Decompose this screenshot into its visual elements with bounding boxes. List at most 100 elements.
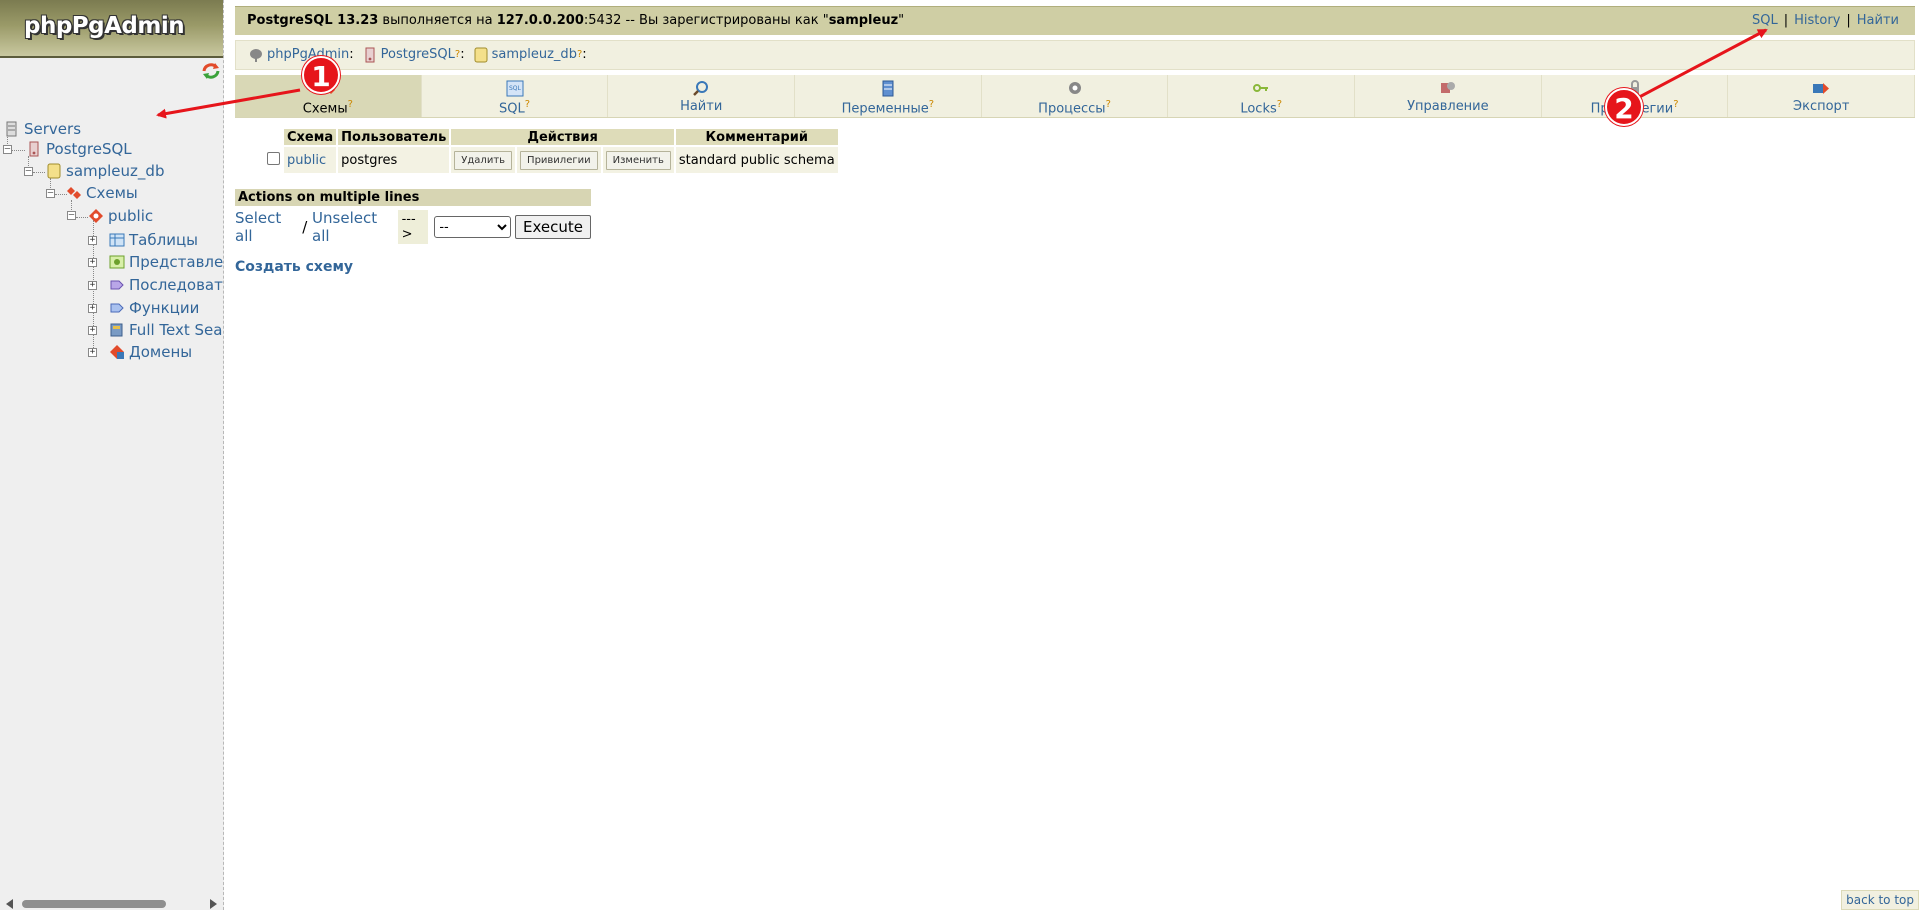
tree-schema-label: public (108, 207, 154, 225)
export-icon (1813, 83, 1830, 94)
tab-label: Найти (680, 99, 723, 114)
tree-servers[interactable]: Servers (4, 119, 81, 139)
annotation-badge-2: 2 (1605, 88, 1643, 126)
sequences-icon (110, 280, 124, 290)
multi-actions: Actions on multiple lines Select all / U… (235, 189, 591, 245)
scroll-right-icon[interactable] (210, 899, 217, 909)
row-checkbox[interactable] (267, 151, 280, 165)
help-icon[interactable]: ? (525, 99, 530, 110)
drop-button[interactable]: Удалить (454, 150, 513, 170)
help-icon[interactable]: ? (1106, 99, 1111, 110)
header-spacer (265, 129, 282, 145)
tab-label: SQL (498, 101, 525, 117)
tab-admin[interactable]: Управление (1355, 75, 1542, 117)
tree-item-label: Последовательности (129, 276, 223, 294)
current-user: sampleuz (828, 13, 899, 28)
cell-privileges: Привилегии (517, 147, 601, 173)
tree-expander-server[interactable]: – (3, 145, 12, 154)
breadcrumb-server-label[interactable]: PostgreSQL (381, 41, 455, 69)
tree-expander-sequences[interactable]: + (88, 281, 97, 290)
tab-find[interactable]: Найти (608, 75, 796, 117)
breadcrumb-server[interactable]: PostgreSQL?: (362, 41, 465, 69)
help-icon[interactable]: ? (929, 99, 934, 110)
database-icon (474, 47, 488, 63)
tree-item-functions[interactable]: Функции (109, 298, 199, 318)
breadcrumb-database-label[interactable]: sampleuz_db (492, 41, 577, 69)
help-icon[interactable]: ? (348, 99, 353, 110)
tab-label: Locks (1240, 101, 1277, 117)
tree-servers-label: Servers (24, 120, 82, 138)
top-links: SQL | History | Найти (1752, 7, 1899, 35)
tables-icon (109, 233, 125, 247)
tree-expander-database[interactable]: – (24, 167, 33, 176)
col-owner[interactable]: Пользователь (338, 129, 450, 145)
tree-item-views[interactable]: Представления (109, 252, 223, 272)
sidebar: phpPgAdmin Servers – PostgreSQL – sample… (0, 0, 224, 910)
sidebar-horizontal-scrollbar[interactable] (0, 896, 223, 910)
tree-server-postgresql[interactable]: PostgreSQL (26, 139, 132, 159)
svg-text:SQL: SQL (509, 85, 522, 92)
phppgadmin-logo[interactable]: phpPgAdmin (0, 0, 223, 58)
privileges-button[interactable]: Привилегии (520, 150, 598, 170)
tab-label: Переменные (841, 101, 929, 117)
tab-processes[interactable]: Процессы? (982, 75, 1169, 117)
help-icon[interactable]: ? (1277, 99, 1282, 110)
execute-button[interactable]: Execute (515, 215, 591, 239)
processes-icon (1068, 82, 1081, 94)
locks-icon (1253, 84, 1269, 92)
back-to-top-link[interactable]: back to top (1841, 890, 1919, 910)
schema-link-public[interactable]: public (287, 153, 326, 168)
top-link-history[interactable]: History (1794, 13, 1840, 28)
scroll-left-icon[interactable] (6, 899, 13, 909)
tree-schema-public[interactable]: public (88, 206, 153, 226)
tree-database-sampleuz[interactable]: sampleuz_db (46, 161, 164, 181)
tree-expander-views[interactable]: + (88, 258, 97, 267)
row-select-cell (265, 147, 282, 173)
tab-locks[interactable]: Locks? (1168, 75, 1356, 117)
slash: / (297, 218, 313, 236)
schema-icon (89, 209, 103, 223)
breadcrumb-colon: : (460, 47, 465, 62)
tab-variables[interactable]: Переменные? (795, 75, 982, 117)
tree-expander-tables[interactable]: + (88, 236, 97, 245)
refresh-icon[interactable] (201, 62, 221, 80)
alter-button[interactable]: Изменить (605, 150, 671, 170)
breadcrumb-app[interactable]: phpPgAdmin: (248, 41, 354, 69)
tab-label: Экспорт (1793, 99, 1850, 114)
top-link-find[interactable]: Найти (1857, 13, 1899, 28)
tree-expander-functions[interactable]: + (88, 304, 97, 313)
tree-expander-schemas[interactable]: – (46, 189, 55, 198)
tab-sql[interactable]: SQL SQL? (422, 75, 609, 117)
tab-export[interactable]: Экспорт (1728, 75, 1916, 117)
tree-schemas-label: Схемы (86, 184, 138, 202)
database-icon (47, 163, 61, 179)
scrollbar-thumb[interactable] (22, 900, 166, 908)
breadcrumb-database[interactable]: sampleuz_db?: (473, 41, 587, 69)
cell-schema: public (284, 147, 337, 173)
action-select[interactable]: -- (434, 216, 511, 238)
cell-comment: standard public schema (675, 147, 838, 173)
select-all-link[interactable]: Select all (235, 209, 297, 245)
tree-item-label: Домены (129, 343, 193, 361)
tree-expander-public[interactable]: – (67, 211, 76, 220)
top-link-sql[interactable]: SQL (1752, 13, 1778, 28)
tree-item-tables[interactable]: Таблицы (109, 230, 198, 250)
unselect-all-link[interactable]: Unselect all (312, 209, 392, 245)
top-bar: PostgreSQL 13.23 выполняется на 127.0.0.… (235, 6, 1915, 35)
server-icon (29, 141, 39, 157)
separator: | (1783, 13, 1789, 28)
tree-item-sequences[interactable]: Последовательности (109, 275, 223, 295)
running-on-text: выполняется на (378, 13, 497, 28)
tree-item-full-text-search[interactable]: Full Text Search (109, 320, 223, 340)
tree-item-label: Функции (129, 299, 200, 317)
help-icon[interactable]: ? (1673, 99, 1678, 110)
tree-item-domains[interactable]: Домены (109, 342, 192, 362)
col-schema[interactable]: Схема (284, 129, 337, 145)
tree-expander-domains[interactable]: + (88, 348, 97, 357)
col-comment[interactable]: Комментарий (675, 129, 838, 145)
quote-end: " (898, 13, 905, 28)
tree-schemas[interactable]: Схемы (66, 183, 138, 203)
tree-expander-fts[interactable]: + (88, 326, 97, 335)
create-schema-link[interactable]: Создать схему (235, 259, 353, 275)
tab-label: Управление (1407, 99, 1489, 114)
